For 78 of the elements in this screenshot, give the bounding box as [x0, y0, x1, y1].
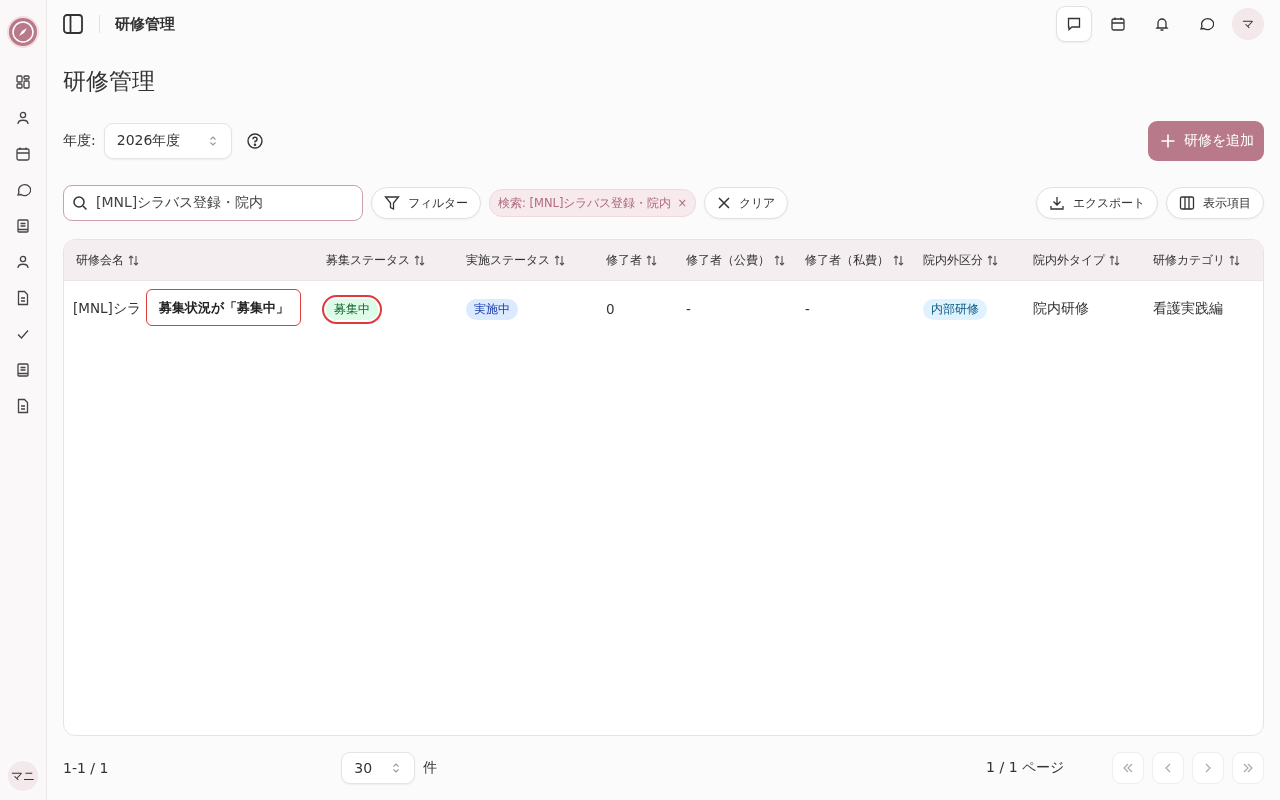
table-cell: 院内研修 — [1033, 300, 1089, 316]
column-header[interactable]: 修了者 — [606, 252, 686, 268]
sort-icon — [646, 254, 657, 266]
plus-icon — [1160, 133, 1176, 149]
column-header[interactable]: 院内外区分 — [923, 252, 1033, 268]
columns-icon — [1179, 195, 1195, 211]
chevron-updown-icon — [392, 762, 401, 774]
column-title: 研修カテゴリ — [1153, 252, 1225, 268]
column-header[interactable]: 修了者（私費） — [805, 252, 923, 268]
column-title: 実施ステータス — [466, 252, 550, 268]
export-button[interactable]: エクスポート — [1036, 187, 1158, 219]
status-badge: 実施中 — [466, 298, 518, 320]
year-label: 年度: — [63, 132, 96, 150]
page-title: 研修管理 — [63, 67, 156, 96]
chat-bubble-icon — [1198, 16, 1214, 32]
person-icon[interactable] — [15, 110, 31, 126]
column-header[interactable]: 実施ステータス — [466, 252, 606, 268]
column-header[interactable]: 研修会名 — [76, 252, 326, 268]
page-size-unit: 件 — [423, 759, 439, 777]
column-title: 院内外タイプ — [1033, 252, 1105, 268]
user-avatar[interactable]: マニ — [8, 761, 38, 791]
table-cell: - — [686, 301, 691, 317]
sort-icon — [554, 254, 565, 266]
column-title: 修了者（私費） — [805, 252, 889, 268]
chat-button[interactable] — [1056, 6, 1092, 42]
table-cell: [MNL]シラ — [73, 300, 141, 316]
double-chevron-left-icon — [1122, 762, 1134, 774]
column-title: 研修会名 — [76, 252, 124, 268]
sort-icon — [987, 254, 998, 266]
column-title: 修了者（公費） — [686, 252, 770, 268]
document-icon[interactable] — [15, 290, 31, 306]
calendar-icon[interactable] — [15, 146, 31, 162]
chevron-updown-icon — [208, 135, 217, 147]
chip-label: 検索: [MNL]シラバス登録・院内 — [498, 195, 672, 211]
search-field[interactable]: [MNL]シラバス登録・院内 — [63, 185, 363, 221]
column-title: 院内外区分 — [923, 252, 983, 268]
table-cell: - — [805, 301, 810, 317]
book-icon[interactable] — [15, 218, 31, 234]
year-select[interactable]: 2026年度 — [103, 123, 232, 159]
calendar-icon — [1110, 16, 1126, 32]
sort-icon — [774, 254, 785, 266]
sort-icon — [1109, 254, 1120, 266]
chat-bubble-icon[interactable] — [15, 182, 31, 198]
columns-button[interactable]: 表示項目 — [1166, 187, 1264, 219]
compass-logo-icon[interactable] — [7, 16, 39, 48]
person-icon[interactable] — [15, 254, 31, 270]
result-count: 1-1 / 1 — [63, 760, 109, 776]
status-badge: 内部研修 — [923, 298, 987, 320]
document-icon[interactable] — [15, 398, 31, 414]
clear-button[interactable]: クリア — [704, 187, 789, 219]
column-header[interactable]: 修了者（公費） — [686, 252, 805, 268]
header-title: 研修管理 — [115, 14, 175, 34]
column-header[interactable]: 募集ステータス — [326, 252, 466, 268]
book-icon[interactable] — [15, 362, 31, 378]
double-chevron-right-icon — [1242, 762, 1254, 774]
sort-icon — [1229, 254, 1240, 266]
table-cell: 看護実践編 — [1153, 300, 1223, 316]
page-size-select[interactable]: 30 — [341, 752, 416, 784]
filter-button[interactable]: フィルター — [371, 187, 481, 219]
sort-icon — [893, 254, 904, 266]
page-info: 1 / 1 ページ — [986, 759, 1064, 777]
sidebar-toggle-icon[interactable] — [62, 13, 84, 35]
download-icon — [1049, 195, 1065, 211]
sort-icon — [414, 254, 425, 266]
column-header[interactable]: 研修カテゴリ — [1153, 252, 1263, 268]
table-cell: 0 — [606, 301, 615, 317]
column-header[interactable]: 院内外タイプ — [1033, 252, 1153, 268]
column-title: 修了者 — [606, 252, 642, 268]
help-icon[interactable] — [245, 132, 264, 150]
bell-icon — [1154, 16, 1170, 32]
sort-icon — [128, 254, 139, 266]
chip-remove-button[interactable]: × — [677, 196, 688, 210]
funnel-icon — [384, 195, 400, 211]
column-title: 募集ステータス — [326, 252, 410, 268]
tooltip: 募集状況が「募集中」 — [146, 289, 301, 326]
user-avatar[interactable]: マ — [1232, 8, 1264, 40]
close-icon — [717, 196, 732, 210]
grid-icon[interactable] — [15, 74, 31, 90]
